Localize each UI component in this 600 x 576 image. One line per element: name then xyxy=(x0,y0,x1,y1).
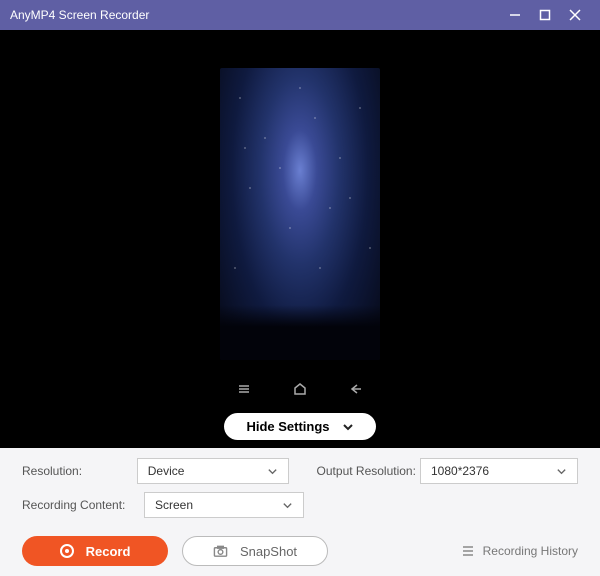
chevron-down-icon xyxy=(342,421,354,433)
footer: Record SnapShot Recording History xyxy=(0,526,600,576)
chevron-down-icon xyxy=(267,466,278,477)
device-navbar xyxy=(237,382,363,401)
chevron-down-icon xyxy=(282,500,293,511)
recording-content-value: Screen xyxy=(155,498,193,512)
recording-history-label: Recording History xyxy=(483,544,578,558)
close-button[interactable] xyxy=(560,0,590,30)
record-icon xyxy=(60,544,74,558)
minimize-button[interactable] xyxy=(500,0,530,30)
resolution-value: Device xyxy=(148,464,185,478)
output-resolution-select[interactable]: 1080*2376 xyxy=(420,458,578,484)
app-title: AnyMP4 Screen Recorder xyxy=(10,8,149,22)
hide-settings-label: Hide Settings xyxy=(246,419,329,434)
recording-content-label: Recording Content: xyxy=(22,498,144,512)
resolution-select[interactable]: Device xyxy=(137,458,289,484)
maximize-button[interactable] xyxy=(530,0,560,30)
hide-settings-button[interactable]: Hide Settings xyxy=(224,413,375,440)
preview-area: Hide Settings xyxy=(0,30,600,448)
menu-icon[interactable] xyxy=(237,382,251,401)
chevron-down-icon xyxy=(556,466,567,477)
history-icon xyxy=(461,544,475,558)
record-label: Record xyxy=(86,544,131,559)
settings-panel: Resolution: Device Output Resolution: 10… xyxy=(0,448,600,518)
output-resolution-label: Output Resolution: xyxy=(317,464,420,478)
back-icon[interactable] xyxy=(349,382,363,401)
snapshot-button[interactable]: SnapShot xyxy=(182,536,328,566)
camera-icon xyxy=(213,544,228,559)
recording-content-select[interactable]: Screen xyxy=(144,492,304,518)
titlebar: AnyMP4 Screen Recorder xyxy=(0,0,600,30)
record-button[interactable]: Record xyxy=(22,536,168,566)
home-icon[interactable] xyxy=(293,382,307,401)
snapshot-label: SnapShot xyxy=(240,544,297,559)
output-resolution-value: 1080*2376 xyxy=(431,464,489,478)
device-screenshot xyxy=(220,68,380,360)
recording-history-link[interactable]: Recording History xyxy=(461,544,578,558)
resolution-label: Resolution: xyxy=(22,464,137,478)
